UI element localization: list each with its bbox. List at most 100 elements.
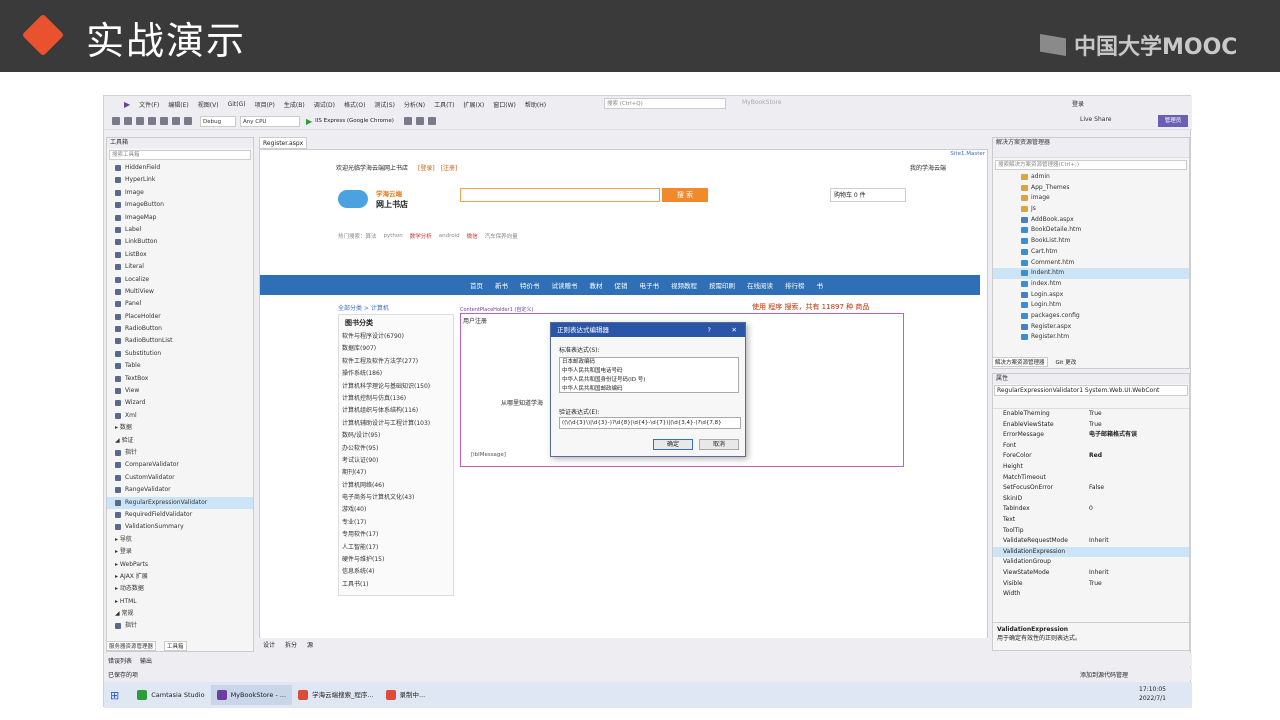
site-nav-item[interactable]: 在线阅读 — [747, 280, 773, 290]
taskbar-app[interactable]: Camtasia Studio — [131, 685, 210, 705]
redo-icon[interactable] — [184, 117, 192, 125]
hot-tag[interactable]: 汽车保养向量 — [485, 232, 518, 240]
category-item[interactable]: 计算机网络(46) — [339, 480, 453, 492]
toolbox-item[interactable]: Image — [107, 187, 253, 199]
toolbox-item[interactable]: Xml — [107, 410, 253, 422]
solution-item[interactable]: Register.aspx — [993, 322, 1189, 333]
toolbox-item[interactable]: HiddenField — [107, 162, 253, 174]
undo-icon[interactable] — [172, 117, 180, 125]
forward-icon[interactable] — [124, 117, 132, 125]
property-row[interactable]: ValidationExpression — [993, 546, 1189, 558]
view-tab[interactable]: 拆分 — [285, 640, 297, 649]
toolbox-item[interactable]: 指针 — [107, 447, 253, 459]
solution-item[interactable]: admin — [993, 172, 1189, 183]
std-expr-item[interactable]: 中华人民共和国邮政编码 — [560, 385, 738, 394]
toolbox-category[interactable]: ◢ 常规 — [107, 608, 253, 620]
ok-button[interactable]: 确定 — [653, 439, 693, 450]
toolbox-item[interactable]: MultiView — [107, 286, 253, 298]
solution-tab[interactable]: Git 更改 — [1054, 358, 1079, 366]
toolbox-category[interactable]: ◢ 验证 — [107, 435, 253, 447]
property-row[interactable]: MatchTimeout — [993, 473, 1189, 484]
category-item[interactable]: 操作系统(186) — [339, 368, 453, 380]
expr-input[interactable]: ((\(\d{3}\)|\d{3}-)?\d{8}|\d{4}-\d{7})|(… — [559, 417, 741, 429]
site-nav-item[interactable]: 试读赠书 — [552, 280, 578, 290]
toolbox-item[interactable]: Label — [107, 224, 253, 236]
toolbox-category[interactable]: ▸ 动态数据 — [107, 583, 253, 595]
category-item[interactable]: 软件工程及软件方法学(277) — [339, 356, 453, 368]
toolbox-tab[interactable]: 工具箱 — [164, 641, 187, 651]
toolbox-item[interactable]: ListBox — [107, 249, 253, 261]
category-item[interactable]: 数码/设计(95) — [339, 430, 453, 442]
property-row[interactable]: ViewStateMode Inherit — [993, 568, 1189, 579]
property-row[interactable]: ForeColor Red — [993, 451, 1189, 462]
category-item[interactable]: 考试认证(90) — [339, 455, 453, 467]
menu-item[interactable]: Git(G) — [228, 101, 246, 108]
browser-icon[interactable] — [415, 117, 424, 125]
save-all-icon[interactable] — [160, 117, 168, 125]
back-icon[interactable] — [112, 117, 120, 125]
site-nav-item[interactable]: 按需印刷 — [709, 280, 735, 290]
hot-tag[interactable]: 数学分析 — [410, 232, 432, 240]
toolbox-item[interactable]: ImageButton — [107, 199, 253, 211]
property-row[interactable]: EnableTheming True — [993, 409, 1189, 420]
view-tab[interactable]: 设计 — [263, 640, 275, 649]
std-expr-item[interactable]: 中华人民共和国身份证号码(ID 号) — [560, 376, 738, 385]
toolbox-item[interactable]: CustomValidator — [107, 472, 253, 484]
property-row[interactable]: Font — [993, 441, 1189, 452]
toolbox-category[interactable]: ▸ AJAX 扩展 — [107, 571, 253, 583]
site-nav-item[interactable]: 特价书 — [520, 280, 540, 290]
category-item[interactable]: 人工智能(17) — [339, 542, 453, 554]
site-nav-item[interactable]: 视频教程 — [671, 280, 697, 290]
property-row[interactable]: EnableViewState True — [993, 420, 1189, 431]
property-row[interactable]: ValidateRequestMode Inherit — [993, 536, 1189, 547]
solution-item[interactable]: Login.htm — [993, 300, 1189, 311]
menu-item[interactable]: 编辑(E) — [168, 100, 188, 109]
site-nav-item[interactable]: 电子书 — [640, 280, 660, 290]
category-item[interactable]: 期刊(47) — [339, 467, 453, 479]
menu-item[interactable]: 视图(V) — [198, 100, 219, 109]
site-nav-item[interactable]: 教材 — [590, 280, 603, 290]
property-row[interactable]: SetFocusOnError False — [993, 483, 1189, 494]
toolbox-item[interactable]: View — [107, 385, 253, 397]
run-icon[interactable]: ▶ — [306, 117, 312, 126]
toolbox-item[interactable]: Wizard — [107, 397, 253, 409]
property-row[interactable]: ToolTip — [993, 526, 1189, 537]
hot-tag[interactable]: android — [439, 233, 460, 239]
category-item[interactable]: 专用软件(17) — [339, 529, 453, 541]
property-row[interactable]: Width — [993, 589, 1189, 600]
toolbox-item[interactable]: ImageMap — [107, 212, 253, 224]
cancel-button[interactable]: 取消 — [699, 439, 739, 450]
solution-item[interactable]: index.htm — [993, 279, 1189, 290]
login-link[interactable]: 登录 — [1072, 99, 1084, 108]
format-icon[interactable] — [427, 117, 436, 125]
platform-select[interactable]: Any CPU — [240, 115, 300, 127]
toolbox-item[interactable]: ValidationSummary — [107, 521, 253, 533]
toolbox-item[interactable]: Table — [107, 360, 253, 372]
solution-item[interactable]: packages.config — [993, 311, 1189, 322]
output-tab[interactable]: 输出 — [140, 656, 152, 665]
toolbox-item[interactable]: LinkButton — [107, 236, 253, 248]
menu-item[interactable]: 调试(D) — [314, 100, 335, 109]
site-nav-item[interactable]: 新书 — [495, 280, 508, 290]
toolbox-item[interactable]: RangeValidator — [107, 484, 253, 496]
category-item[interactable]: 数据库(907) — [339, 343, 453, 355]
solution-item[interactable]: Comment.htm — [993, 258, 1189, 269]
category-item[interactable]: 信息系统(4) — [339, 566, 453, 578]
category-item[interactable]: 办公软件(95) — [339, 443, 453, 455]
new-icon[interactable] — [136, 117, 144, 125]
toolbox-tab[interactable]: 服务器资源管理器 — [106, 641, 157, 651]
admin-badge[interactable]: 管理员 — [1158, 115, 1188, 127]
register-site-link[interactable]: [注册] — [441, 163, 458, 172]
category-item[interactable]: 软件与程序设计(6790) — [339, 331, 453, 343]
std-expr-item[interactable]: 中华人民共和国电话号码 — [560, 367, 738, 376]
solution-item[interactable]: image — [993, 193, 1189, 204]
property-row[interactable]: Visible True — [993, 579, 1189, 590]
category-item[interactable]: 计算机控制与仿真(136) — [339, 393, 453, 405]
menu-item[interactable]: 扩展(X) — [463, 100, 484, 109]
site-nav-item[interactable]: 首页 — [470, 280, 483, 290]
toolbox-item[interactable]: PlaceHolder — [107, 311, 253, 323]
vs-search-input[interactable]: 搜索 (Ctrl+Q) — [604, 98, 726, 109]
property-row[interactable]: ErrorMessage 电子邮箱格式有误 — [993, 430, 1189, 441]
site-search-button[interactable]: 搜 索 — [662, 188, 708, 202]
toolbox-item[interactable]: RegularExpressionValidator — [107, 496, 253, 509]
